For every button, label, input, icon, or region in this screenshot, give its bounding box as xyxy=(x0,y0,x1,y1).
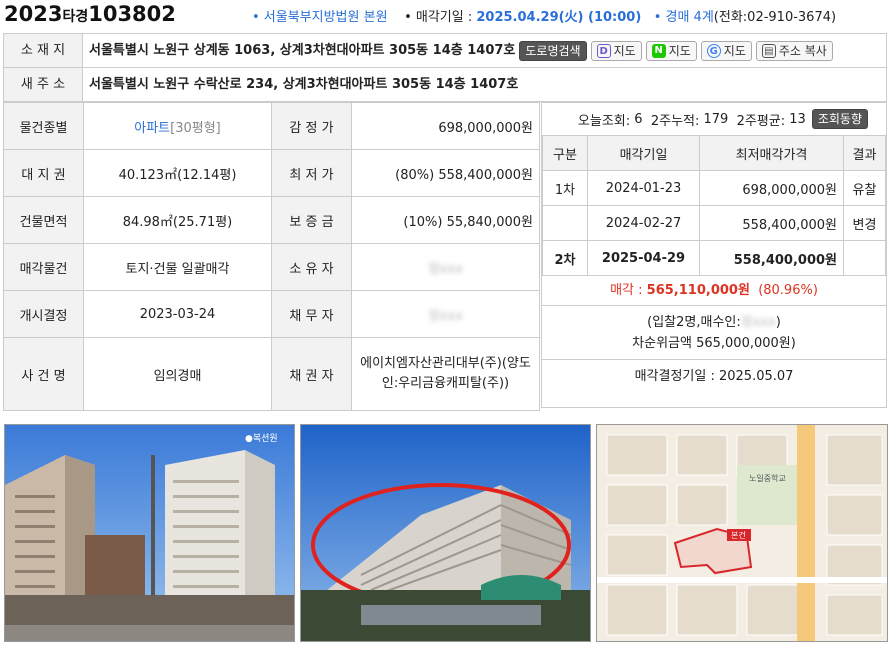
debtor-label: 채 무 자 xyxy=(271,290,352,338)
two-week-views: 179 xyxy=(703,111,729,127)
road-address-value: 서울특별시 노원구 수락산로 234, 상계3차현대아파트 305동 14층 1… xyxy=(83,68,887,101)
svg-text:노일중학교: 노일중학교 xyxy=(749,473,786,483)
sale-date: 2025.04.29(火) (10:00) xyxy=(476,10,642,25)
today-views: 6 xyxy=(634,111,643,127)
building-photo-1-image: ●복션원 xyxy=(5,425,294,641)
table-row: 2차 2025-04-29 558,400,000원 xyxy=(542,240,886,276)
property-info-table: 물건종별 아파트[30평형] 감 정 가 698,000,000원 대 지 권 … xyxy=(3,102,540,411)
building-photo-1[interactable]: ●복션원 xyxy=(4,424,295,642)
header: 2023타경103802 • 서울북부지방법원 본원 • 매각기일 : 2025… xyxy=(0,0,896,30)
location-map-image: 노일중학교 본건 xyxy=(597,425,887,641)
sale-object-value: 토지·건물 일괄매각 xyxy=(83,243,272,291)
type-label: 물건종별 xyxy=(3,102,84,150)
land-label: 대 지 권 xyxy=(3,149,84,197)
building-area-value: 84.98㎡(25.71평) xyxy=(83,196,272,244)
auction-history-panel: 오늘조회: 6 2주누적: 179 2주평균: 13 조회동향 구분 매각기일 … xyxy=(541,102,887,408)
bid-info: (입찰2명,매수인:정xxx) 차순위금액 565,000,000원) xyxy=(542,306,886,360)
address-section: 소 재 지 서울특별시 노원구 상계동 1063, 상계3차현대아파트 305동… xyxy=(3,33,887,102)
owner-label: 소 유 자 xyxy=(271,243,352,291)
header-info: • 서울북부지방법원 본원 • 매각기일 : 2025.04.29(火) (10… xyxy=(252,6,836,25)
daum-icon: D xyxy=(596,43,611,58)
copy-icon: ▤ xyxy=(761,43,776,58)
building-area-label: 건물면적 xyxy=(3,196,84,244)
appraisal-label: 감 정 가 xyxy=(271,102,352,150)
building-photo-2-image xyxy=(301,425,590,641)
decision-date: 매각결정기일 : 2025.05.07 xyxy=(634,369,794,384)
table-row: 1차 2024-01-23 698,000,000원 유찰 xyxy=(542,170,886,206)
google-map-button[interactable]: G 지도 xyxy=(700,40,752,61)
table-row: 2024-02-27 558,400,000원 변경 xyxy=(542,205,886,241)
road-address-row: 새 주 소 서울특별시 노원구 수락산로 234, 상계3차현대아파트 305동… xyxy=(3,68,887,102)
court-phone: (전화:02-910-3674) xyxy=(713,10,837,25)
case-name-value: 임의경매 xyxy=(83,337,272,411)
owner-value: 정xxx xyxy=(427,261,464,277)
road-search-button[interactable]: 도로명검색 xyxy=(519,40,587,61)
photo-gallery: ●복션원 노일중학교 본건 xyxy=(4,424,888,642)
view-trend-button[interactable]: 조회동향 xyxy=(811,109,868,129)
address-value: 서울특별시 노원구 상계동 1063, 상계3차현대아파트 305동 14층 1… xyxy=(89,43,516,58)
creditor-value: 에이치엠자산관리대부(주)(양도인:우리금융캐피탈(주)) xyxy=(351,337,540,411)
naver-map-button[interactable]: N 지도 xyxy=(645,40,697,61)
type-value[interactable]: 아파트 xyxy=(134,121,170,136)
copy-address-button[interactable]: ▤ 주소 복사 xyxy=(755,40,833,61)
deposit-label: 보 증 금 xyxy=(271,196,352,244)
sale-price: 565,110,000원 xyxy=(646,283,750,298)
debtor-value: 정xxx xyxy=(427,308,464,324)
sale-ratio: (80.96%) xyxy=(758,283,818,298)
svg-text:본건: 본건 xyxy=(731,530,746,540)
court-name: • 서울북부지방법원 본원 xyxy=(252,10,388,25)
building-photo-2[interactable] xyxy=(300,424,591,642)
sale-result: 매각 : 565,110,000원 (80.96%) xyxy=(542,276,886,306)
google-icon: G xyxy=(706,43,721,58)
sale-date-label: • 매각기일 : xyxy=(404,10,477,25)
creditor-label: 채 권 자 xyxy=(271,337,352,411)
address-row: 소 재 지 서울특별시 노원구 상계동 1063, 상계3차현대아파트 305동… xyxy=(3,34,887,68)
svg-text:●복션원: ●복션원 xyxy=(245,433,278,444)
address-label: 소 재 지 xyxy=(3,34,83,67)
daum-map-button[interactable]: D 지도 xyxy=(590,40,642,61)
start-decision-label: 개시결정 xyxy=(3,290,84,338)
avg-views: 13 xyxy=(789,111,806,127)
appraisal-value: 698,000,000원 xyxy=(351,102,540,150)
history-table: 구분 매각기일 최저매각가격 결과 1차 2024-01-23 698,000,… xyxy=(542,135,886,276)
start-decision-value: 2023-03-24 xyxy=(83,290,272,338)
land-value: 40.123㎡(12.14평) xyxy=(83,149,272,197)
buyer-name: 정xxx xyxy=(740,315,776,330)
dept-label: • 경매 4계 xyxy=(653,10,714,25)
road-address-label: 새 주 소 xyxy=(3,68,83,101)
type-size: [30평형] xyxy=(170,120,221,136)
case-name-label: 사 건 명 xyxy=(3,337,84,411)
deposit-value: (10%) 55,840,000원 xyxy=(351,196,540,244)
view-stats: 오늘조회: 6 2주누적: 179 2주평균: 13 조회동향 xyxy=(542,103,886,135)
min-price-label: 최 저 가 xyxy=(271,149,352,197)
location-map[interactable]: 노일중학교 본건 xyxy=(596,424,888,642)
case-number: 2023타경103802 xyxy=(4,2,176,26)
min-price-value: (80%) 558,400,000원 xyxy=(351,149,540,197)
sale-object-label: 매각물건 xyxy=(3,243,84,291)
naver-icon: N xyxy=(651,43,666,58)
